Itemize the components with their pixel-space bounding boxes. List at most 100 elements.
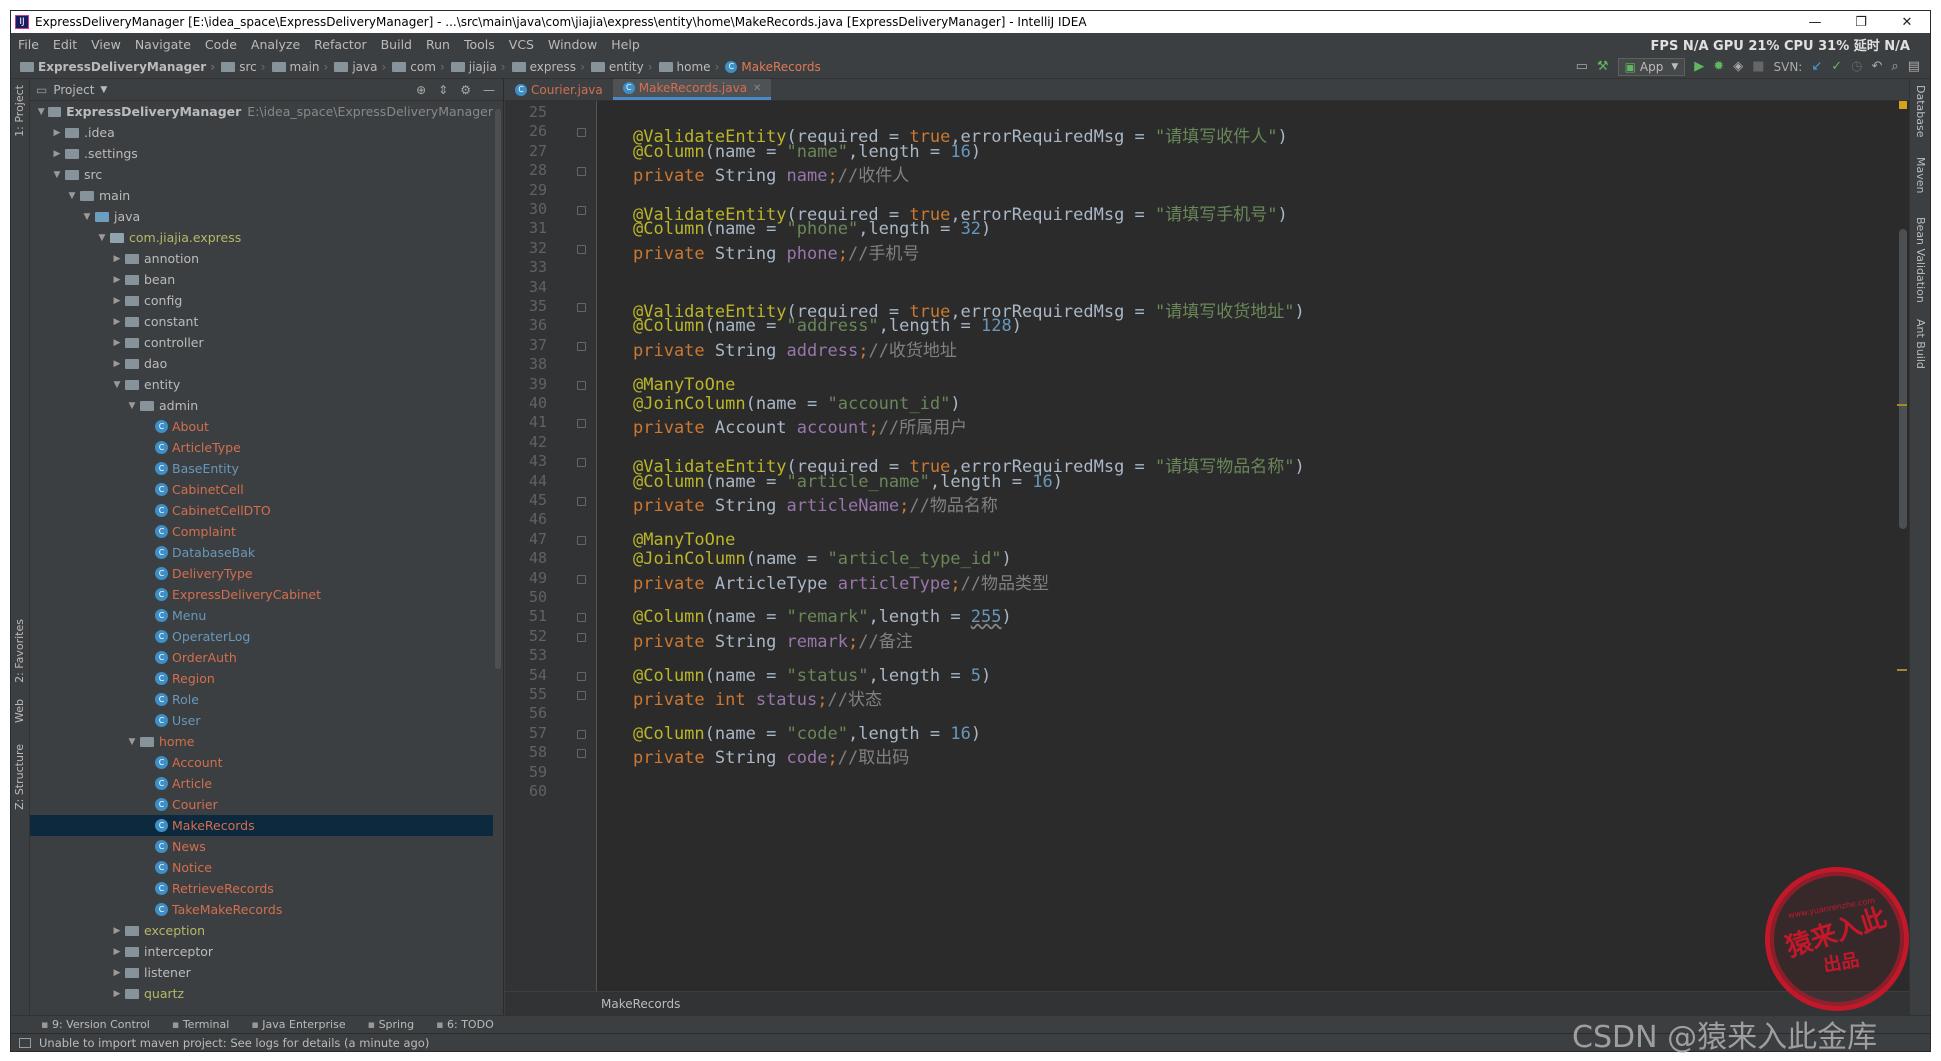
editor-scrollbar[interactable] [1899,229,1907,529]
tree-item[interactable]: C News [30,836,493,857]
run-icon[interactable]: ▶ [1694,59,1704,74]
project-panel-title[interactable]: Project [53,83,94,97]
editor-breadcrumb-item[interactable]: MakeRecords [601,997,680,1011]
collapse-all-icon[interactable]: ⇕ [438,83,448,97]
menu-refactor[interactable]: Refactor [307,37,373,52]
breadcrumb-item[interactable]: express › [509,60,588,74]
editor-tab[interactable]: C Courier.java [505,79,613,100]
tree-item[interactable]: C ArticleType [30,437,493,458]
code-line[interactable]: @ManyToOne [633,530,735,550]
breadcrumb-item[interactable]: java › [331,60,389,74]
error-stripe-mark[interactable] [1897,669,1907,671]
code-line[interactable]: @JoinColumn(name = "article_type_id") [633,549,1012,569]
tree-item[interactable]: ▼ entity [30,374,493,395]
code-line[interactable]: private String name;//收件人 [633,161,909,186]
fold-marker-icon[interactable] [577,632,586,642]
expanded-arrow-icon[interactable]: ▼ [49,170,65,180]
breadcrumb-item[interactable]: src › [218,60,268,74]
breadcrumb-item[interactable]: jiajia › [448,60,509,74]
menu-code[interactable]: Code [198,37,244,52]
breadcrumb-item[interactable]: main › [269,60,332,74]
status-message[interactable]: Unable to import maven project: See logs… [39,1036,429,1050]
stop-icon[interactable]: ■ [1752,59,1764,74]
menu-navigate[interactable]: Navigate [128,37,198,52]
collapsed-arrow-icon[interactable]: ▶ [109,968,125,978]
favorites-tool-button[interactable]: 2: Favorites [13,619,26,683]
run-config-select[interactable]: ▣ App ▼ [1617,57,1686,76]
breadcrumb-item[interactable]: com › [389,60,447,74]
collapsed-arrow-icon[interactable]: ▶ [109,338,125,348]
tree-item[interactable]: ▼ admin [30,395,493,416]
code-line[interactable]: private String address;//收货地址 [633,336,957,361]
fold-marker-icon[interactable] [577,341,586,351]
fold-marker-icon[interactable] [577,574,586,584]
breadcrumb-item[interactable]: ExpressDeliveryManager › [17,60,218,74]
code-line[interactable]: @Column(name = "remark",length = 255) [633,607,1012,627]
tree-item[interactable]: ▼ ExpressDeliveryManager E:\idea_space\Exp… [30,101,493,122]
gear-icon[interactable]: ⚙ [460,83,471,97]
tree-item[interactable]: C OperaterLog [30,626,493,647]
expanded-arrow-icon[interactable]: ▼ [124,401,140,411]
locate-icon[interactable]: ⊕ [416,83,426,97]
history-icon[interactable]: ◷ [1851,59,1862,74]
code-line[interactable]: private String remark;//备注 [633,627,913,652]
fold-marker-icon[interactable] [577,535,586,545]
fold-marker-icon[interactable] [577,303,586,312]
code-line[interactable]: private String code;//取出码 [633,743,909,768]
tree-item[interactable]: C Courier [30,794,493,815]
tree-item[interactable]: ▶ interceptor [30,941,493,962]
collapsed-arrow-icon[interactable]: ▶ [49,149,65,159]
layout-icon[interactable]: ▭ [1576,59,1588,74]
menu-help[interactable]: Help [604,37,647,52]
expanded-arrow-icon[interactable]: ▼ [109,380,125,390]
collapsed-arrow-icon[interactable]: ▶ [109,275,125,285]
tool-window-button[interactable]: ▪ 6: TODO [436,1018,494,1031]
fold-marker-icon[interactable] [577,497,586,506]
code-line[interactable]: private int status;//状态 [633,685,882,710]
menu-vcs[interactable]: VCS [502,37,541,52]
fold-marker-icon[interactable] [577,128,586,138]
tree-item[interactable]: C OrderAuth [30,647,493,668]
menu-window[interactable]: Window [541,37,604,52]
menu-run[interactable]: Run [419,37,457,52]
tree-item[interactable]: C Complaint [30,521,493,542]
tree-item[interactable]: ▼ java [30,206,493,227]
tree-item[interactable]: C CabinetCellDTO [30,500,493,521]
tool-window-button[interactable]: ▪ Spring [368,1018,414,1031]
fold-marker-icon[interactable] [577,729,586,739]
expanded-arrow-icon[interactable]: ▼ [124,737,140,747]
tree-item[interactable]: C Role [30,689,493,710]
collapsed-arrow-icon[interactable]: ▶ [109,926,125,936]
tree-item[interactable]: ▶ .settings [30,143,493,164]
status-window-icon[interactable] [19,1037,31,1048]
collapsed-arrow-icon[interactable]: ▶ [109,989,125,999]
fold-marker-icon[interactable] [577,167,586,177]
code-line[interactable]: @Column(name = "article_name",length = 1… [633,472,1063,492]
menu-tools[interactable]: Tools [457,37,502,52]
ant-build-tool-button[interactable]: Ant Build [1914,319,1927,369]
tree-item[interactable]: ▶ annotion [30,248,493,269]
fold-marker-icon[interactable] [577,691,586,700]
menu-build[interactable]: Build [374,37,419,52]
fold-marker-icon[interactable] [577,419,586,429]
code-line[interactable]: private String articleName;//物品名称 [633,491,998,516]
tree-item[interactable]: C BaseEntity [30,458,493,479]
tree-item[interactable]: C RetrieveRecords [30,878,493,899]
menu-view[interactable]: View [84,37,128,52]
code-line[interactable]: @Column(name = "code",length = 16) [633,724,981,744]
tree-item[interactable]: C Menu [30,605,493,626]
tree-item[interactable]: C CabinetCell [30,479,493,500]
tree-item[interactable]: ▼ src [30,164,493,185]
structure-tool-button[interactable]: Z: Structure [13,744,26,810]
breadcrumb-item[interactable]: home › [656,60,723,74]
fold-marker-icon[interactable] [577,244,586,254]
code-line[interactable]: @Column(name = "status",length = 5) [633,666,991,686]
code-view[interactable]: @ValidateEntity(required = true,errorReq… [597,101,1895,991]
tree-item[interactable]: C Account [30,752,493,773]
tree-item[interactable]: ▼ com.jiajia.express [30,227,493,248]
close-icon[interactable]: ✕ [1884,15,1930,30]
project-tool-button[interactable]: 1: Project [13,85,26,137]
close-tab-icon[interactable]: ✕ [753,83,761,94]
collapsed-arrow-icon[interactable]: ▶ [109,296,125,306]
collapsed-arrow-icon[interactable]: ▶ [49,128,65,138]
